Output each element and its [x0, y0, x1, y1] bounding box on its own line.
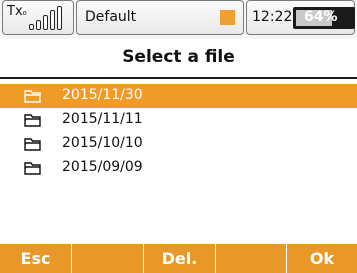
status-bar: Tx⁰ Default 12:22:15 64% [0, 0, 357, 39]
ok-button[interactable]: Ok [287, 244, 357, 273]
list-item[interactable]: 2015/11/30 [0, 84, 357, 108]
file-select-screen: Tx⁰ Default 12:22:15 64% Select a file 2… [0, 0, 357, 273]
file-label: 2015/10/10 [62, 135, 143, 151]
model-name: Default [85, 9, 137, 25]
title-divider [0, 77, 357, 79]
battery-percent: 64% [304, 9, 338, 25]
list-item[interactable]: 2015/10/10 [0, 132, 357, 156]
tx-signal-cell: Tx⁰ [2, 0, 74, 35]
file-label: 2015/11/11 [62, 111, 143, 127]
file-label: 2015/11/30 [62, 87, 143, 103]
model-cell: Default [76, 0, 244, 35]
list-item[interactable]: 2015/11/11 [0, 108, 357, 132]
softkey-4[interactable] [216, 244, 286, 273]
folder-icon [24, 114, 41, 127]
esc-button[interactable]: Esc [0, 244, 71, 273]
battery-icon: 64% [293, 7, 355, 29]
tx-label: Tx⁰ [7, 4, 27, 22]
model-indicator [220, 10, 235, 25]
page-title: Select a file [122, 47, 235, 67]
folder-icon [24, 138, 41, 151]
list-item[interactable]: 2015/09/09 [0, 156, 357, 180]
softkey-bar: Esc Del. Ok [0, 244, 357, 273]
signal-strength-icon [29, 6, 73, 30]
softkey-2[interactable] [72, 244, 143, 273]
folder-icon [24, 90, 41, 103]
folder-icon [24, 162, 41, 175]
file-label: 2015/09/09 [62, 159, 143, 175]
delete-button[interactable]: Del. [144, 244, 215, 273]
